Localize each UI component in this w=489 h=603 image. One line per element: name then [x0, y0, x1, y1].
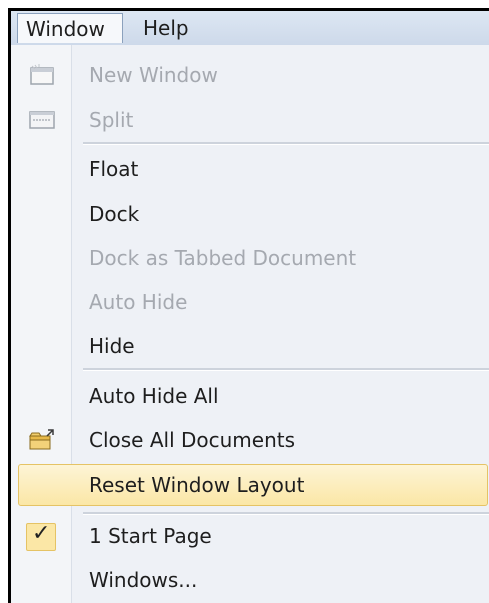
menu-item-label: Reset Window Layout: [89, 473, 305, 497]
menu-item-auto-hide-all[interactable]: Auto Hide All: [11, 376, 489, 416]
menu-item-auto-hide[interactable]: Auto Hide: [11, 282, 489, 322]
menu-item-float[interactable]: Float: [11, 149, 489, 189]
screenshot-frame: Window Help New Window Split Float Dock …: [0, 0, 489, 603]
menu-item-label: New Window: [89, 63, 218, 87]
menu-item-label: Dock: [89, 202, 140, 226]
menu-item-new-window[interactable]: New Window: [11, 55, 489, 95]
menu-item-label: Windows...: [89, 568, 198, 592]
menu-item-reset-window-layout[interactable]: Reset Window Layout: [18, 464, 488, 506]
menu-separator: [83, 368, 489, 371]
menubar-window[interactable]: Window: [17, 13, 123, 43]
menu-item-split[interactable]: Split: [11, 100, 489, 140]
menu-item-label: 1 Start Page: [89, 524, 212, 548]
menubar-help[interactable]: Help: [135, 13, 197, 43]
menu-separator: [83, 142, 489, 145]
menu-item-dock-tabbed[interactable]: Dock as Tabbed Document: [11, 238, 489, 278]
menu-item-label: Auto Hide All: [89, 384, 219, 408]
check-mark-icon: ✓: [32, 521, 51, 546]
split-icon: [29, 109, 55, 131]
menu-item-label: Hide: [89, 334, 135, 358]
menu-item-label: Split: [89, 108, 134, 132]
menu-item-label: Dock as Tabbed Document: [89, 246, 357, 270]
menu-item-close-all-documents[interactable]: Close All Documents: [11, 420, 489, 460]
menu-item-hide[interactable]: Hide: [11, 326, 489, 366]
menu-item-windows[interactable]: Windows...: [11, 560, 489, 600]
menu-item-label: Auto Hide: [89, 290, 188, 314]
menu-item-start-page[interactable]: ✓ 1 Start Page: [11, 516, 489, 556]
menu-item-label: Float: [89, 157, 139, 181]
new-window-icon: [29, 64, 55, 86]
menu-separator: [83, 512, 489, 515]
menu-item-dock[interactable]: Dock: [11, 194, 489, 234]
window-dropdown-menu: New Window Split Float Dock Dock as Tabb…: [11, 45, 489, 603]
folder-close-icon: [29, 429, 55, 451]
menu-item-label: Close All Documents: [89, 428, 296, 452]
menu-bar: Window Help: [11, 11, 489, 46]
